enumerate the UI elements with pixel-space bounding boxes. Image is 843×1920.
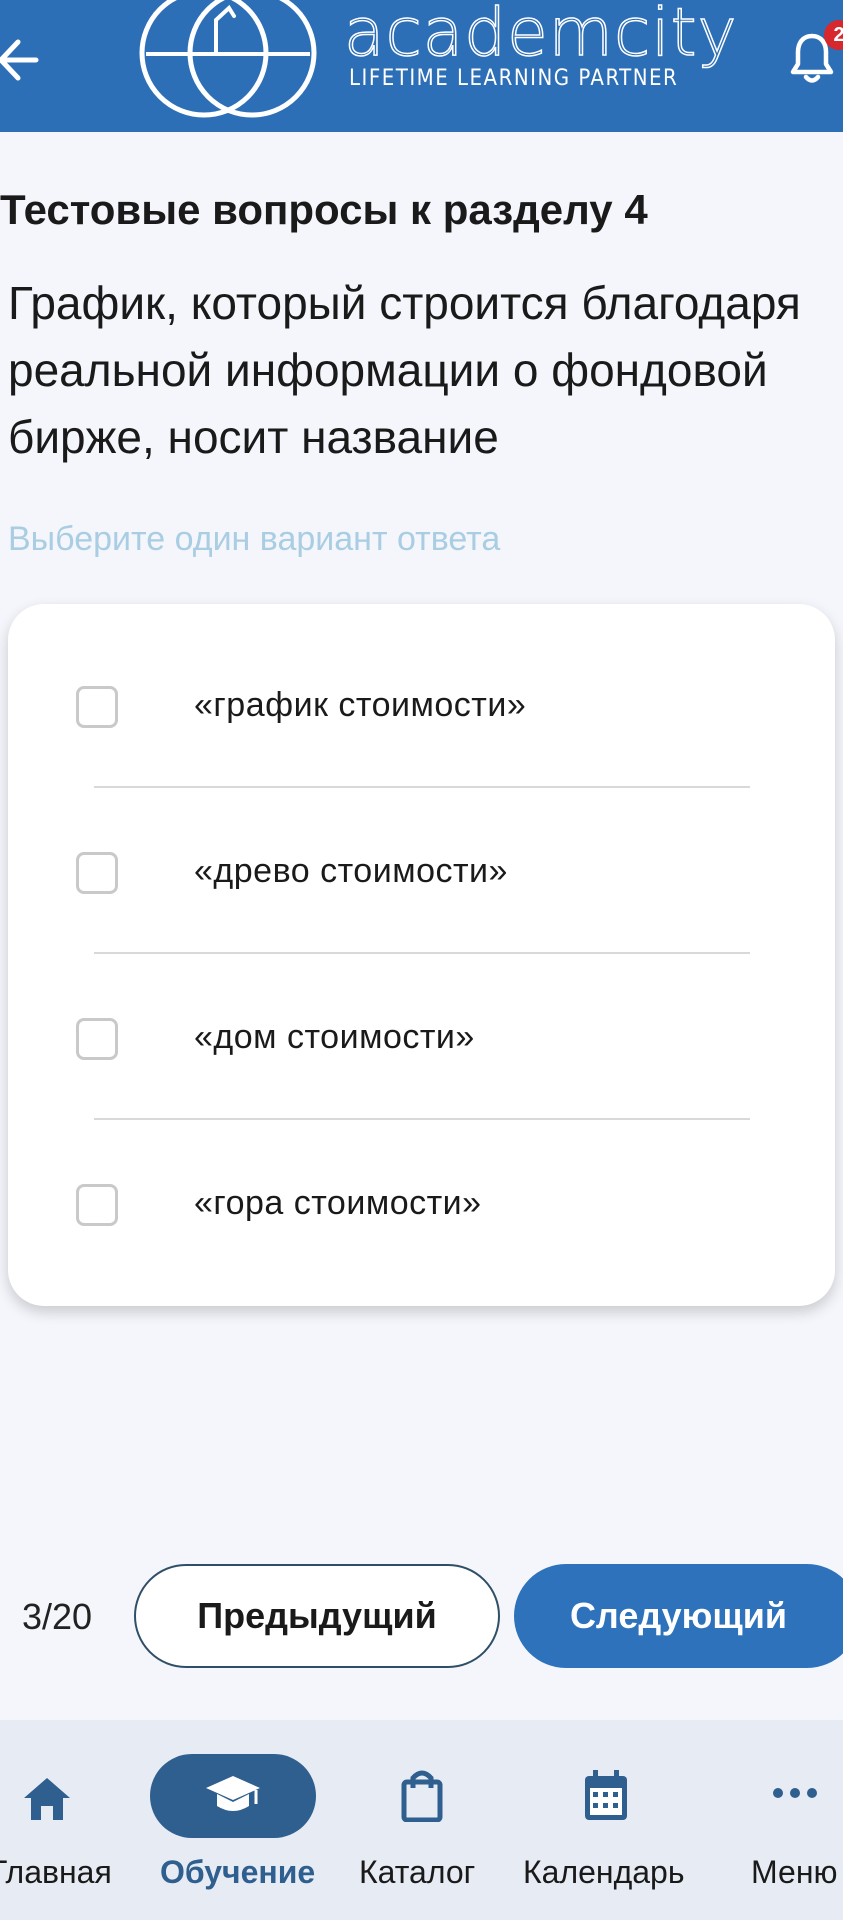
nav-item-learning[interactable]: Обучение bbox=[130, 1720, 330, 1920]
option-divider bbox=[94, 1118, 750, 1120]
question-text: График, который строится благодаря реаль… bbox=[8, 277, 801, 463]
next-button[interactable]: Следующий bbox=[514, 1564, 843, 1668]
question-counter: 3/20 bbox=[22, 1596, 93, 1637]
home-icon bbox=[24, 1778, 70, 1820]
app-header: academcity LIFETIME LEARNING PARTNER 2 bbox=[0, 0, 843, 132]
nav-item-home[interactable]: Главная bbox=[0, 1720, 130, 1920]
logo-text: academcity bbox=[343, 0, 738, 72]
answer-checkbox[interactable] bbox=[76, 686, 118, 728]
answer-option-3[interactable]: «дом стоимости» bbox=[8, 978, 835, 1098]
option-divider bbox=[94, 786, 750, 788]
nav-label-catalog: Каталог bbox=[359, 1854, 476, 1890]
answer-option-label: «график стоимости» bbox=[194, 686, 527, 724]
back-button[interactable] bbox=[0, 28, 48, 92]
answer-checkbox[interactable] bbox=[76, 1184, 118, 1226]
answer-hint: Выберите один вариант ответа bbox=[8, 520, 501, 558]
nav-item-calendar[interactable]: Календарь bbox=[520, 1720, 700, 1920]
calendar-icon bbox=[585, 1770, 627, 1820]
logo-subtitle: LIFETIME LEARNING PARTNER bbox=[349, 66, 679, 91]
section-title: Тестовые вопросы к разделу 4 bbox=[0, 186, 648, 233]
arrow-left-icon bbox=[0, 39, 39, 81]
option-divider bbox=[94, 952, 750, 954]
answer-option-1[interactable]: «график стоимости» bbox=[8, 646, 835, 766]
more-dots-icon bbox=[773, 1788, 817, 1798]
nav-item-menu[interactable]: Меню bbox=[740, 1720, 843, 1920]
bottom-navigation: Главная Обучение Каталог Календарь Меню bbox=[0, 1720, 843, 1920]
shopping-bag-icon bbox=[401, 1770, 443, 1822]
answer-option-2[interactable]: «древо стоимости» bbox=[8, 812, 835, 932]
nav-label-calendar: Календарь bbox=[523, 1854, 685, 1890]
answer-option-label: «древо стоимости» bbox=[194, 852, 508, 890]
answer-option-label: «дом стоимости» bbox=[194, 1018, 475, 1056]
answer-checkbox[interactable] bbox=[76, 852, 118, 894]
answer-option-4[interactable]: «гора стоимости» bbox=[8, 1144, 835, 1264]
nav-label-home: Главная bbox=[0, 1854, 112, 1890]
previous-button[interactable]: Предыдущий bbox=[134, 1564, 500, 1668]
nav-item-catalog[interactable]: Каталог bbox=[350, 1720, 500, 1920]
graduation-cap-icon bbox=[206, 1776, 260, 1811]
nav-label-menu: Меню bbox=[751, 1854, 838, 1890]
answer-option-label: «гора стоимости» bbox=[194, 1184, 482, 1222]
nav-label-learning: Обучение bbox=[160, 1854, 316, 1890]
answer-options-card: «график стоимости» «древо стоимости» «до… bbox=[8, 604, 835, 1306]
logo-icon bbox=[139, 0, 317, 118]
answer-checkbox[interactable] bbox=[76, 1018, 118, 1060]
